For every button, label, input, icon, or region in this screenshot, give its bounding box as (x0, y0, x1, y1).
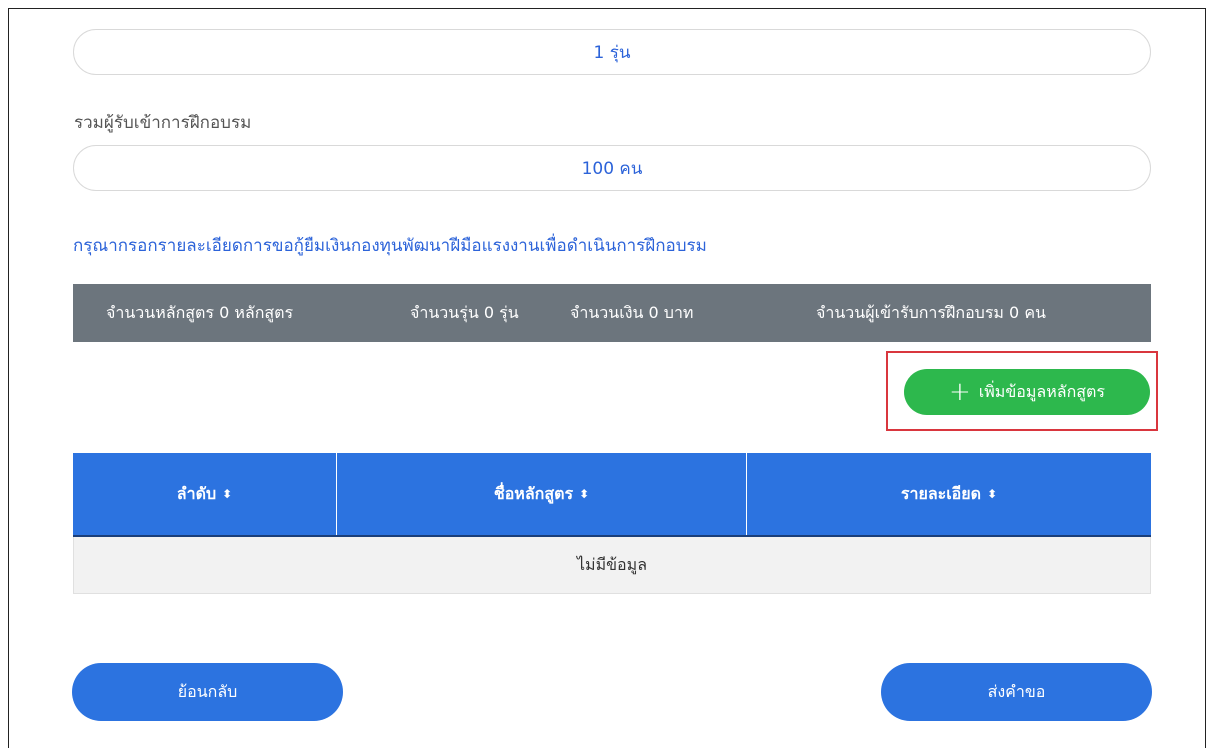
column-course-name-label: ชื่อหลักสูตร (493, 483, 574, 503)
submit-button-label: ส่งคำขอ (987, 681, 1046, 701)
sort-icon: ⬍ (222, 487, 233, 501)
summary-bar: จำนวนหลักสูตร 0 หลักสูตร จำนวนรุ่น 0 รุ่… (73, 284, 1151, 342)
empty-table-row: ไม่มีข้อมูล (73, 537, 1151, 594)
empty-table-text: ไม่มีข้อมูล (576, 554, 648, 574)
trainees-total-field[interactable]: 100 คน (73, 145, 1151, 191)
add-course-label: เพิ่มข้อมูลหลักสูตร (978, 381, 1106, 401)
column-details[interactable]: รายละเอียด ⬍ (747, 453, 1151, 535)
batch-count-field[interactable]: 1 รุ่น (73, 29, 1151, 75)
trainees-total-value: 100 คน (581, 158, 643, 179)
column-course-name[interactable]: ชื่อหลักสูตร ⬍ (337, 453, 747, 535)
back-button-label: ย้อนกลับ (177, 681, 238, 701)
table-header: ลำดับ ⬍ ชื่อหลักสูตร ⬍ รายละเอียด ⬍ (73, 453, 1151, 537)
column-order-label: ลำดับ (176, 483, 217, 503)
submit-request-button[interactable]: ส่งคำขอ (881, 663, 1152, 721)
add-course-button[interactable]: + เพิ่มข้อมูลหลักสูตร (904, 369, 1150, 415)
back-button[interactable]: ย้อนกลับ (72, 663, 343, 721)
sort-icon: ⬍ (579, 487, 590, 501)
summary-courses: จำนวนหลักสูตร 0 หลักสูตร (106, 302, 294, 322)
summary-money: จำนวนเงิน 0 บาท (570, 302, 694, 322)
trainees-total-label: รวมผู้รับเข้าการฝึกอบรม (74, 113, 252, 133)
plus-icon: + (948, 377, 971, 407)
summary-batches: จำนวนรุ่น 0 รุ่น (410, 302, 519, 322)
courses-table: ลำดับ ⬍ ชื่อหลักสูตร ⬍ รายละเอียด ⬍ ไม่ม… (73, 453, 1151, 594)
batch-count-value: 1 รุ่น (593, 42, 631, 63)
loan-details-instruction: กรุณากรอกรายละเอียดการขอกู้ยืมเงินกองทุน… (73, 236, 707, 256)
column-details-label: รายละเอียด (900, 483, 982, 503)
summary-trainees: จำนวนผู้เข้ารับการฝึกอบรม 0 คน (816, 302, 1046, 322)
sort-icon: ⬍ (987, 487, 998, 501)
column-order[interactable]: ลำดับ ⬍ (73, 453, 337, 535)
